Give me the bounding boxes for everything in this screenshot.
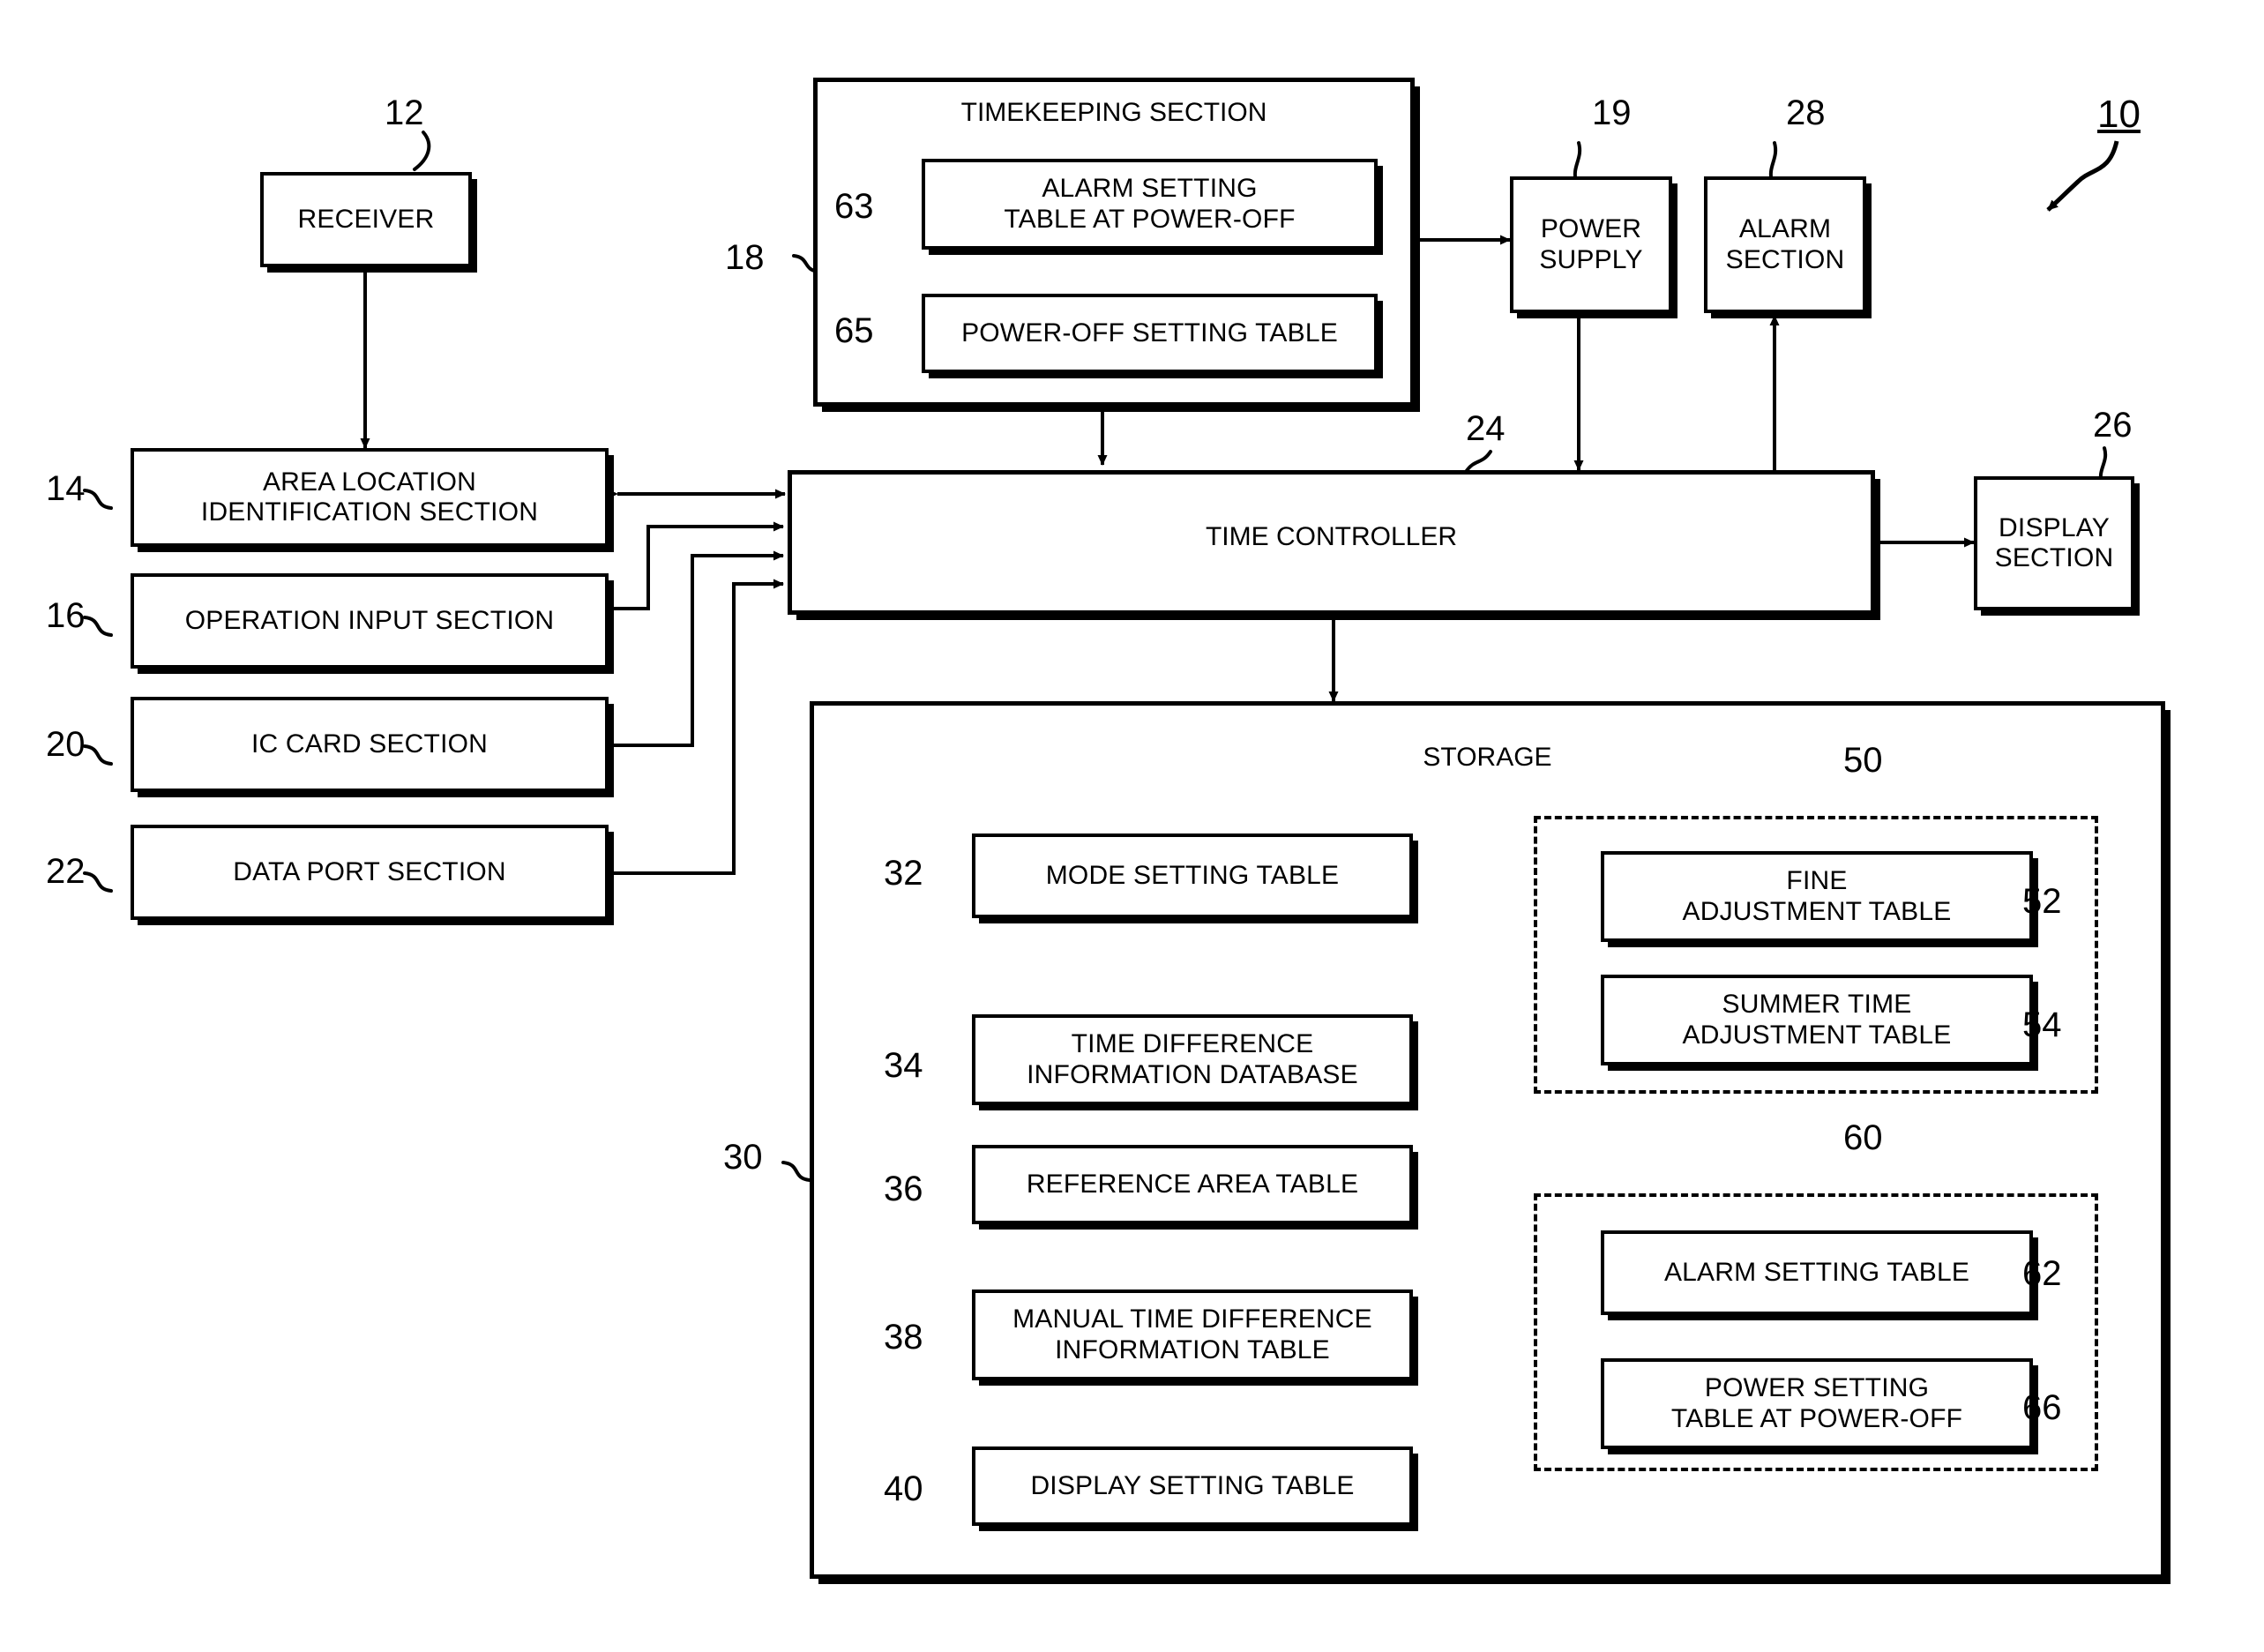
line-1: TIME DIFFERENCE (1071, 1029, 1314, 1059)
leader-system-10 (2046, 140, 2119, 212)
line-2: TABLE AT POWER-OFF (1004, 204, 1296, 234)
block-alarm-setting-table: ALARM SETTING TABLE (1601, 1230, 2033, 1315)
ref-manual-time-diff: 38 (884, 1318, 923, 1357)
line-1: ALARM SETTING (1042, 174, 1258, 204)
block-mode-setting-label: MODE SETTING TABLE (1045, 860, 1340, 890)
block-power-setting-table-at-power-off: POWER SETTING TABLE AT POWER-OFF (1601, 1358, 2033, 1449)
block-time-diff-db-label: TIME DIFFERENCE INFORMATION DATABASE (1020, 1029, 1365, 1089)
block-display-section: DISPLAY SECTION (1974, 476, 2134, 610)
block-summer-adjustment-label: SUMMER TIME ADJUSTMENT TABLE (1676, 990, 1959, 1050)
block-power-supply: POWER SUPPLY (1510, 176, 1672, 313)
line-2: SECTION (1725, 244, 1845, 274)
ref-receiver: 12 (385, 93, 424, 132)
block-alarm-section: ALARM SECTION (1704, 176, 1866, 313)
ref-alarm-section: 28 (1786, 93, 1826, 132)
block-ic-card-section: IC CARD SECTION (131, 697, 609, 792)
block-data-port-section: DATA PORT SECTION (131, 825, 609, 920)
block-reference-area-label: REFERENCE AREA TABLE (1026, 1169, 1359, 1199)
ref-storage: 30 (723, 1138, 763, 1177)
line-1: POWER SETTING (1704, 1373, 1930, 1403)
ref-display-setting: 40 (884, 1469, 923, 1508)
block-receiver: RECEIVER (260, 172, 472, 267)
block-power-off-setting-label: POWER-OFF SETTING TABLE (961, 318, 1338, 348)
ref-ic-card: 20 (46, 725, 86, 764)
block-power-setting-po-label: POWER SETTING TABLE AT POWER-OFF (1664, 1373, 1969, 1433)
ref-adjust-group: 50 (1843, 741, 1883, 780)
ref-data-port: 22 (46, 852, 86, 891)
line-1: MANUAL TIME DIFFERENCE (1012, 1304, 1372, 1334)
ref-timekeeping: 18 (725, 238, 765, 277)
block-ic-card-label: IC CARD SECTION (250, 729, 489, 759)
ref-operation-input: 16 (46, 596, 86, 635)
block-fine-adjustment-label: FINE ADJUSTMENT TABLE (1676, 866, 1959, 926)
block-summer-time-adjustment-table: SUMMER TIME ADJUSTMENT TABLE (1601, 975, 2033, 1065)
block-alarm-setting-po-label: ALARM SETTING TABLE AT POWER-OFF (997, 174, 1302, 234)
line-2: INFORMATION TABLE (1055, 1334, 1330, 1364)
block-power-off-setting-table: POWER-OFF SETTING TABLE (922, 294, 1378, 373)
line-2: ADJUSTMENT TABLE (1682, 1020, 1952, 1050)
block-display-setting-table: DISPLAY SETTING TABLE (972, 1446, 1413, 1526)
block-operation-input-section: OPERATION INPUT SECTION (131, 573, 609, 669)
block-alarm-section-label: ALARM SECTION (1719, 214, 1852, 274)
wire-operation-controller (609, 521, 784, 610)
block-alarm-setting-table-at-power-off: ALARM SETTING TABLE AT POWER-OFF (922, 159, 1378, 250)
line-2: ADJUSTMENT TABLE (1682, 896, 1952, 926)
line-1: DISPLAY (1999, 512, 2110, 542)
block-area-location-label: AREA LOCATION IDENTIFICATION SECTION (194, 467, 545, 527)
line-2: IDENTIFICATION SECTION (200, 497, 539, 527)
block-alarm-setting-table-label: ALARM SETTING TABLE (1663, 1257, 1970, 1287)
ref-summer-adjustment: 54 (2022, 1005, 2062, 1044)
ref-reference-area: 36 (884, 1170, 923, 1208)
ref-setting-group: 60 (1843, 1118, 1883, 1157)
ref-power-setting-po: 66 (2022, 1388, 2062, 1427)
block-area-location-identification-section: AREA LOCATION IDENTIFICATION SECTION (131, 448, 609, 547)
block-fine-adjustment-table: FINE ADJUSTMENT TABLE (1601, 851, 2033, 942)
ref-system: 10 (2097, 93, 2141, 136)
line-1: FINE (1786, 866, 1848, 896)
figure-canvas: 10 RECEIVER 12 TIMEKEEPING SECTION 18 AL… (0, 0, 2264, 1652)
line-2: INFORMATION DATABASE (1027, 1059, 1358, 1089)
block-operation-input-label: OPERATION INPUT SECTION (184, 605, 555, 635)
line-1: POWER (1540, 214, 1642, 244)
line-2: TABLE AT POWER-OFF (1670, 1403, 1963, 1433)
block-time-difference-information-database: TIME DIFFERENCE INFORMATION DATABASE (972, 1014, 1413, 1105)
block-receiver-label: RECEIVER (297, 204, 435, 234)
ref-fine-adjustment: 52 (2022, 882, 2062, 921)
line-1: AREA LOCATION (262, 467, 477, 497)
block-manual-time-diff-label: MANUAL TIME DIFFERENCE INFORMATION TABLE (1005, 1304, 1379, 1364)
wire-dataport-controller (609, 579, 784, 875)
ref-alarm-setting-table: 62 (2022, 1254, 2062, 1293)
ref-time-diff-db: 34 (884, 1046, 923, 1085)
block-time-controller: TIME CONTROLLER (788, 470, 1875, 615)
block-data-port-label: DATA PORT SECTION (233, 856, 506, 886)
block-mode-setting-table: MODE SETTING TABLE (972, 833, 1413, 918)
block-power-supply-label: POWER SUPPLY (1532, 214, 1649, 274)
block-display-section-label: DISPLAY SECTION (1988, 513, 2121, 573)
line-2: SECTION (1994, 543, 2114, 572)
block-time-controller-label: TIME CONTROLLER (1205, 522, 1458, 551)
ref-power-off-setting: 65 (834, 311, 874, 350)
line-1: SUMMER TIME (1722, 990, 1912, 1020)
line-2: SUPPLY (1539, 244, 1643, 274)
block-timekeeping-title: TIMEKEEPING SECTION (960, 98, 1267, 127)
block-reference-area-table: REFERENCE AREA TABLE (972, 1145, 1413, 1224)
ref-area-location: 14 (46, 469, 86, 508)
ref-display-section: 26 (2093, 406, 2133, 445)
block-storage-label: STORAGE (1423, 743, 1552, 772)
ref-power-supply: 19 (1592, 93, 1632, 132)
line-1: ALARM (1738, 214, 1832, 244)
block-manual-time-difference-information-table: MANUAL TIME DIFFERENCE INFORMATION TABLE (972, 1289, 1413, 1380)
ref-mode-setting: 32 (884, 854, 923, 893)
ref-time-controller: 24 (1466, 409, 1506, 448)
block-display-setting-label: DISPLAY SETTING TABLE (1030, 1470, 1355, 1500)
ref-alarm-setting-po: 63 (834, 187, 874, 226)
